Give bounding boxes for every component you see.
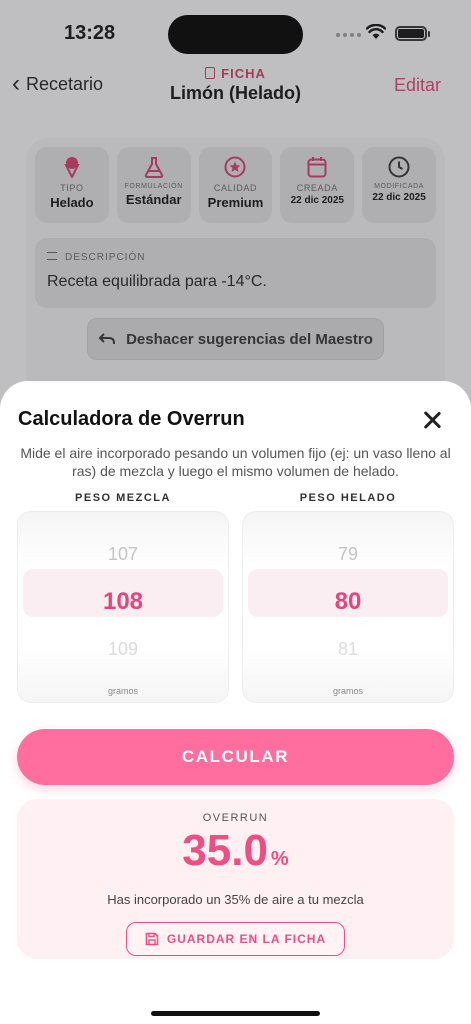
result-unit: %: [270, 848, 289, 870]
picker-next-value[interactable]: 109: [18, 639, 228, 660]
picker-prev-value[interactable]: 79: [243, 544, 453, 565]
close-icon[interactable]: [421, 409, 443, 431]
result-label: OVERRUN: [202, 812, 269, 824]
picker-unit: gramos: [107, 686, 138, 696]
result-value: 35.0: [182, 826, 268, 875]
picker-unit: gramos: [332, 686, 363, 696]
ice-cream-weight-label: PESO HELADO: [299, 492, 397, 504]
home-indicator[interactable]: [151, 1011, 320, 1016]
overrun-calculator-sheet: Calculadora de Overrun Mide el aire inco…: [0, 381, 471, 1024]
overrun-result-card: OVERRUN 35.0% Has incorporado un 35% de …: [17, 799, 454, 959]
sheet-description: Mide el aire incorporado pesando un volu…: [20, 445, 451, 479]
floppy-disk-icon: [145, 932, 159, 946]
result-text: Has incorporado un 35% de aire a tu mezc…: [107, 892, 364, 907]
save-label: GUARDAR EN LA FICHA: [166, 932, 327, 946]
picker-selected-value[interactable]: 80: [243, 588, 453, 616]
save-to-recipe-button[interactable]: GUARDAR EN LA FICHA: [125, 922, 346, 956]
mix-weight-label: PESO MEZCLA: [75, 492, 171, 504]
sheet-title: Calculadora de Overrun: [18, 408, 245, 430]
picker-prev-value[interactable]: 107: [18, 544, 228, 565]
calculate-button[interactable]: CALCULAR: [17, 729, 454, 785]
picker-selected-value[interactable]: 108: [18, 588, 228, 616]
picker-next-value[interactable]: 81: [243, 639, 453, 660]
ice-cream-weight-picker[interactable]: 79 80 81 gramos: [242, 511, 454, 703]
mix-weight-picker[interactable]: 107 108 109 gramos: [17, 511, 229, 703]
